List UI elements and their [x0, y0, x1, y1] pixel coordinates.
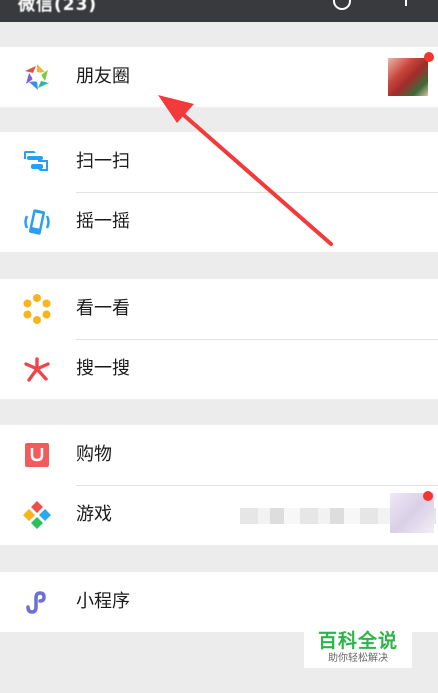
watermark-subtitle: 助你轻松解决	[328, 653, 388, 664]
annotation-arrow-icon	[158, 95, 333, 246]
watermark-logo: 百科全说 助你轻松解决	[304, 624, 412, 668]
